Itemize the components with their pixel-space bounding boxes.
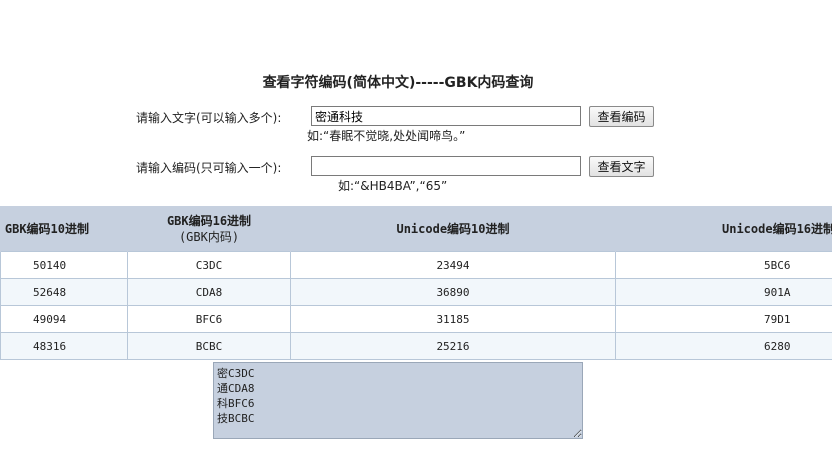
code-input-hint: 如:“&HB4BA”,“65” [338,179,448,193]
view-text-button[interactable]: 查看文字 [589,156,654,177]
header-unicode16: Unicode编码16进制 [615,206,832,252]
cell-unicode10: 25216 [290,332,616,360]
header-unicode10: Unicode编码10进制 [290,206,616,252]
cell-unicode10: 31185 [290,305,616,333]
cell-unicode10: 23494 [290,251,616,279]
cell-gbk16: C3DC [127,251,291,279]
text-input[interactable] [311,106,581,126]
cell-gbk10: 50140 [0,251,128,279]
cell-gbk16: CDA8 [127,278,291,306]
cell-gbk16: BFC6 [127,305,291,333]
view-code-button[interactable]: 查看编码 [589,106,654,127]
table-row: 49094 BFC6 31185 79D1 [0,305,832,333]
cell-gbk16: BCBC [127,332,291,360]
cell-unicode10: 36890 [290,278,616,306]
cell-gbk10: 52648 [0,278,128,306]
cell-unicode16: 6280 [615,332,832,360]
table-row: 50140 C3DC 23494 5BC6 [0,251,832,279]
result-textarea[interactable]: 密C3DC 通CDA8 科BFC6 技BCBC [213,362,583,439]
header-gbk16-subtitle: (GBK内码) [178,229,240,244]
cell-gbk10: 48316 [0,332,128,360]
header-gbk10: GBK编码10进制 [0,206,128,252]
table-row: 52648 CDA8 36890 901A [0,278,832,306]
code-input-label: 请输入编码(只可输入一个): [136,161,282,175]
code-table: GBK编码10进制 GBK编码16进制 (GBK内码) Unicode编码10进… [0,206,832,360]
table-row: 48316 BCBC 25216 6280 [0,332,832,360]
page-title: 查看字符编码(简体中文)-----GBK内码查询 [262,75,534,91]
text-input-label: 请输入文字(可以输入多个): [136,111,282,125]
header-gbk16-title: GBK编码16进制 [166,213,252,228]
cell-unicode16: 79D1 [615,305,832,333]
code-input[interactable] [311,156,581,176]
cell-unicode16: 5BC6 [615,251,832,279]
cell-unicode16: 901A [615,278,832,306]
cell-gbk10: 49094 [0,305,128,333]
text-input-hint: 如:“春眠不觉晓,处处闻啼鸟。” [307,129,466,143]
table-header-row: GBK编码10进制 GBK编码16进制 (GBK内码) Unicode编码10进… [0,206,832,252]
header-gbk16: GBK编码16进制 (GBK内码) [127,206,291,252]
